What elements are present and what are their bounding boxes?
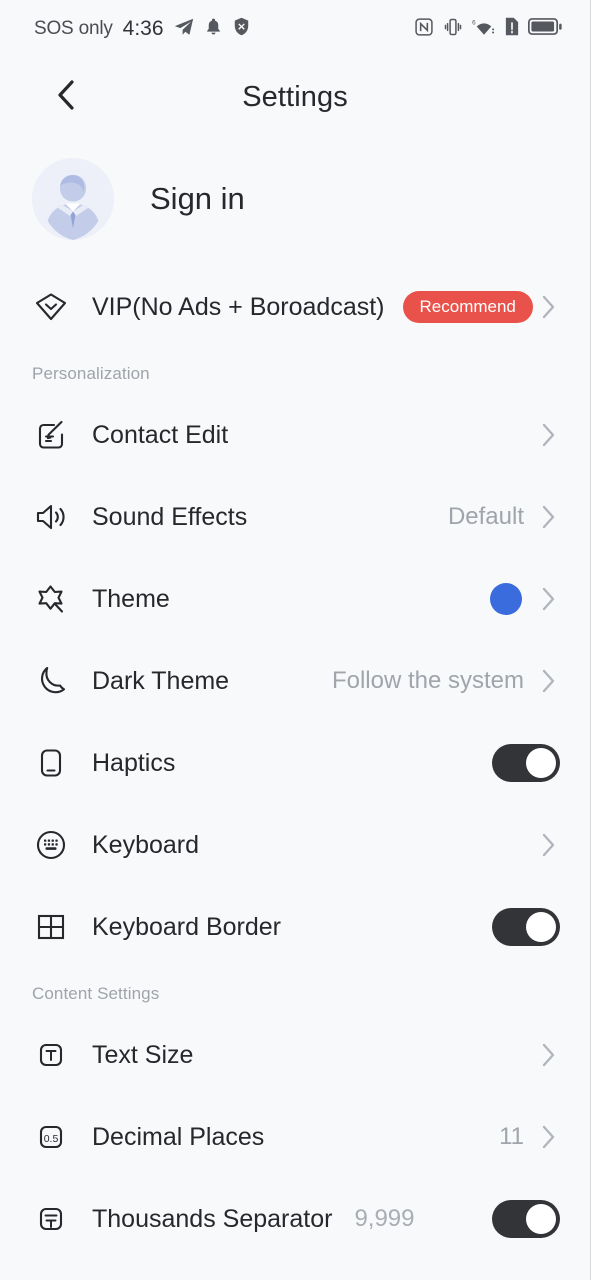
svg-text:6: 6 [472, 19, 476, 26]
chevron-right-icon [538, 1125, 560, 1149]
chevron-right-icon [538, 423, 560, 447]
row-thousands-separator[interactable]: Thousands Separator 9,999 [0, 1178, 590, 1260]
vip-label: VIP(No Ads + Boroadcast) [92, 292, 385, 321]
row-inline-value: 9,999 [354, 1205, 415, 1232]
recommend-badge: Recommend [402, 291, 533, 323]
row-label: Keyboard Border [92, 912, 282, 941]
chevron-right-icon [538, 669, 560, 693]
section-header-content-settings: Content Settings [32, 984, 160, 1003]
person-avatar [32, 158, 114, 240]
row-sound-effects[interactable]: Sound Effects Default [0, 476, 590, 558]
row-value: Follow the system [331, 667, 524, 694]
sim-alert-icon [504, 16, 520, 42]
theme-color-swatch[interactable] [490, 583, 522, 615]
row-value: Default [447, 503, 524, 530]
keyboard-circle-icon [32, 826, 70, 864]
row-text-size[interactable]: Text Size [0, 1014, 590, 1096]
battery-icon [527, 17, 562, 41]
keyboard-border-toggle[interactable] [492, 908, 560, 946]
row-keyboard-border[interactable]: Keyboard Border [0, 886, 590, 968]
haptics-phone-icon [32, 744, 70, 782]
row-label: Contact Edit [92, 420, 229, 449]
status-bar: SOS only 4:36 6 [0, 0, 590, 58]
row-label: Text Size [92, 1040, 194, 1069]
moon-icon [32, 662, 70, 700]
row-haptics[interactable]: Haptics [0, 722, 590, 804]
row-label: Thousands Separator [92, 1204, 333, 1233]
chevron-right-icon [538, 1043, 560, 1067]
thousands-separator-icon [32, 1200, 70, 1238]
row-label: Sound Effects [92, 502, 248, 531]
app-bar: Settings [0, 58, 590, 136]
section-header-personalization: Personalization [32, 364, 150, 383]
row-label: Keyboard [92, 830, 200, 859]
thousands-separator-toggle[interactable] [492, 1200, 560, 1238]
row-label: Decimal Places [92, 1122, 265, 1151]
row-keyboard[interactable]: Keyboard [0, 804, 590, 886]
settings-screen: SOS only 4:36 6 Settings Sign in VIP(No … [0, 0, 591, 1280]
sign-in-row[interactable]: Sign in [0, 136, 590, 266]
svg-text:0.5: 0.5 [44, 1133, 59, 1145]
shield-off-icon [232, 16, 251, 42]
page-title: Settings [242, 80, 348, 113]
toggle-knob [526, 1204, 556, 1234]
row-contact-edit[interactable]: Contact Edit [0, 394, 590, 476]
chevron-right-icon [538, 295, 560, 319]
wifi-6-icon: 6 [472, 17, 496, 42]
keyboard-border-grid-icon [32, 908, 70, 946]
text-size-icon [32, 1036, 70, 1074]
row-dark-theme[interactable]: Dark Theme Follow the system [0, 640, 590, 722]
back-button[interactable] [44, 75, 88, 119]
vip-row[interactable]: VIP(No Ads + Boroadcast) Recommend [0, 266, 590, 348]
row-label: Theme [92, 584, 170, 613]
chevron-right-icon [538, 833, 560, 857]
nfc-icon [414, 17, 434, 42]
bell-icon [204, 16, 223, 42]
row-label: Dark Theme [92, 666, 230, 695]
toggle-knob [526, 912, 556, 942]
gem-icon [32, 288, 70, 326]
toggle-knob [526, 748, 556, 778]
row-theme[interactable]: Theme [0, 558, 590, 640]
clock-label: 4:36 [122, 17, 164, 40]
chevron-right-icon [538, 505, 560, 529]
telegram-icon [173, 16, 195, 43]
speaker-icon [32, 498, 70, 536]
haptics-toggle[interactable] [492, 744, 560, 782]
chevron-left-icon [53, 78, 79, 117]
sign-in-label: Sign in [150, 181, 245, 216]
row-decimal-places[interactable]: 0.5 Decimal Places 11 [0, 1096, 590, 1178]
decimal-places-icon: 0.5 [32, 1118, 70, 1156]
vibrate-icon [442, 17, 464, 42]
contact-edit-icon [32, 416, 70, 454]
row-partial-next[interactable] [0, 1260, 590, 1280]
carrier-label: SOS only [34, 18, 113, 39]
status-bar-right: 6 [414, 16, 562, 42]
chevron-right-icon [538, 587, 560, 611]
row-value: 11 [499, 1123, 524, 1150]
status-bar-left: SOS only 4:36 [34, 16, 251, 43]
magic-star-icon [32, 580, 70, 618]
row-label: Haptics [92, 748, 176, 777]
